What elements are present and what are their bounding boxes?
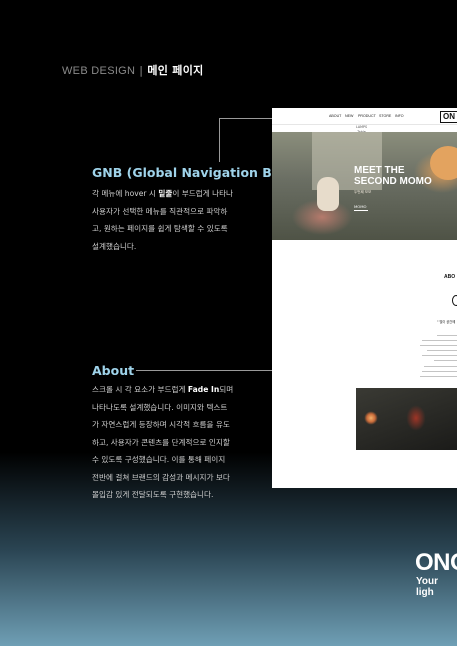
mockup-hero-image: MEET THE SECOND MOMO 두번째 모모 MOMO (272, 132, 457, 240)
gnb-line: 사용자가 선택한 메뉴를 직관적으로 파악하 (92, 206, 228, 216)
mockup-about-quote: " 빛이 공간에 (437, 320, 456, 324)
mockup-nav-store[interactable]: STORE (379, 114, 391, 118)
gnb-line: 각 메뉴에 hover 시 밑줄이 부드럽게 나타나 (92, 189, 234, 198)
website-mockup: ABOUT NEW PRODUCT STORE INFO ON LAMPS Ta… (272, 108, 457, 488)
section-header: WEB DESIGN | 메인 페이지 (62, 62, 204, 78)
mockup-nav-new[interactable]: NEW (345, 114, 353, 118)
hero-vase (317, 177, 339, 211)
footer-brand: ONO (415, 549, 457, 576)
about-line: 전반에 걸쳐 브랜드의 감성과 메시지가 보다 (92, 472, 230, 482)
gnb-description: 각 메뉴에 hover 시 밑줄이 부드럽게 나타나 사용자가 선택한 메뉴를 … (92, 185, 233, 255)
hero-link[interactable]: MOMO (354, 204, 368, 211)
gnb-connector-vertical (219, 118, 220, 162)
gnb-highlight: 밑줄 (158, 189, 173, 198)
header-web-design: WEB DESIGN (62, 65, 136, 77)
mockup-gnb: ABOUT NEW PRODUCT STORE INFO ON (272, 108, 457, 125)
gnb-connector-horizontal (219, 118, 272, 119)
bulb-icon (452, 295, 457, 306)
about-line: 수 있도록 구성했습니다. 이를 통해 페이지 (92, 455, 226, 464)
about-title: About (92, 363, 135, 378)
mockup-product-photo (356, 388, 457, 450)
mockup-logo[interactable]: ON (440, 111, 457, 123)
mockup-nav-product[interactable]: PRODUCT (358, 114, 376, 118)
hero-title: MEET THE SECOND MOMO (354, 165, 432, 187)
gnb-line: 고, 원하는 페이지를 쉽게 탐색할 수 있도록 (92, 224, 228, 233)
about-highlight: Fade In (187, 385, 220, 394)
mockup-about-heading: ABO (444, 274, 456, 280)
hero-subtitle: 두번째 모모 (354, 190, 372, 194)
footer-tagline: Your ligh (416, 576, 439, 598)
gnb-title: GNB (Global Navigation Bar) (92, 165, 293, 180)
about-description: 스크롤 시 각 요소가 부드럽게 Fade In되며 나타나도록 설계했습니다.… (92, 381, 233, 504)
about-line: 몰입감 있게 전달되도록 구현했습니다. (92, 490, 214, 499)
gnb-line: 설계했습니다. (92, 241, 137, 251)
about-line: 스크롤 시 각 요소가 부드럽게 Fade In되며 (92, 385, 234, 394)
about-line: 하고, 사용자가 콘텐츠를 단계적으로 인지할 (92, 437, 230, 447)
header-main-page: 메인 페이지 (147, 64, 204, 77)
header-separator: | (139, 64, 144, 77)
about-line: 가 자연스럽게 등장하며 시각적 흐름을 유도 (92, 420, 230, 429)
about-line: 나타나도록 설계했습니다. 이미지와 텍스트 (92, 402, 228, 412)
hero-lamp (430, 146, 457, 180)
mockup-nav-about[interactable]: ABOUT (329, 114, 341, 118)
mockup-nav-info[interactable]: INFO (395, 114, 404, 118)
